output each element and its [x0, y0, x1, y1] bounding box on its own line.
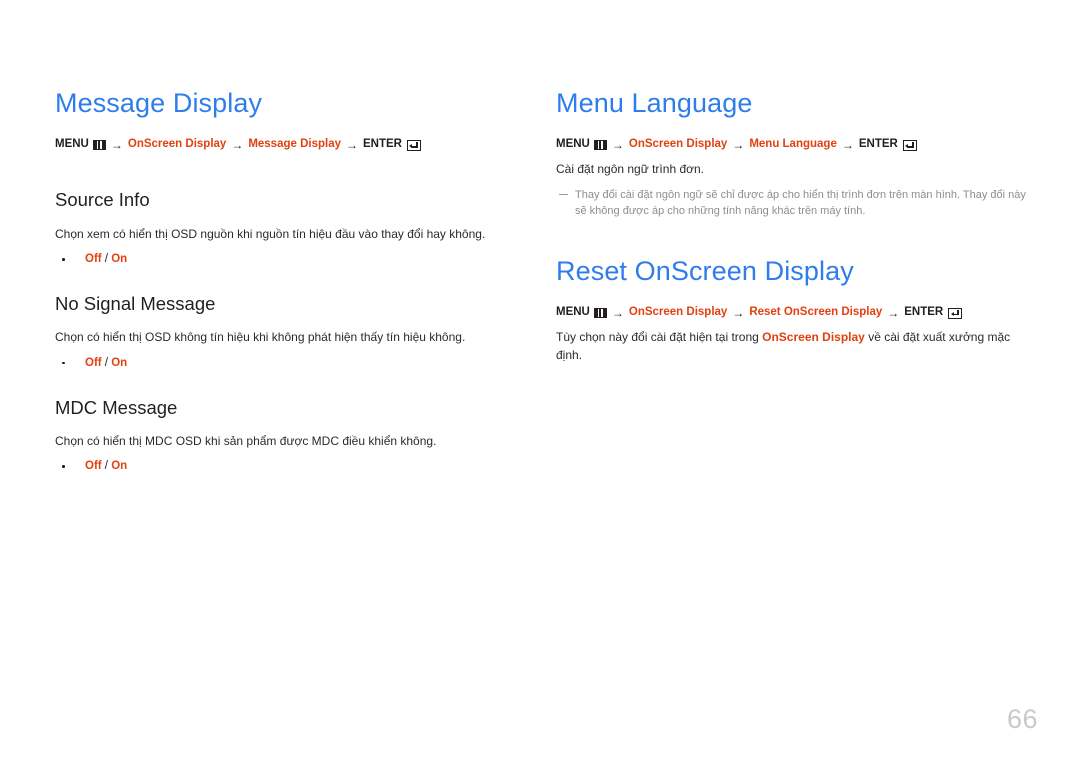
breadcrumb-reset-onscreen-display: MENU → OnScreen Display → Reset OnScreen…: [556, 306, 1026, 320]
breadcrumb-step-message-display: Message Display: [248, 138, 341, 151]
enter-icon: [406, 139, 421, 151]
subsection-description-source-info: Chọn xem có hiển thị OSD nguồn khi nguồn…: [55, 226, 486, 241]
menu-icon: [92, 140, 106, 151]
section-title-message-display: Message Display: [55, 88, 263, 118]
section-title-menu-language: Menu Language: [556, 88, 753, 118]
enter-icon: [948, 307, 963, 319]
option-separator: /: [101, 253, 112, 266]
breadcrumb-arrow: →: [231, 138, 244, 153]
option-off: Off: [85, 460, 102, 473]
option-on: On: [111, 356, 128, 369]
subsection-description-no-signal-message: Chọn có hiển thị OSD không tín hiệu khi …: [55, 330, 466, 345]
breadcrumb-arrow: →: [611, 138, 624, 153]
breadcrumb-menu-label: MENU: [55, 138, 89, 151]
breadcrumb-arrow: →: [732, 305, 745, 320]
breadcrumb-menu-label: MENU: [556, 138, 590, 151]
breadcrumb-step-onscreen-display: OnScreen Display: [127, 138, 227, 151]
option-list-mdc-message: Off / On: [55, 458, 525, 474]
breadcrumb-message-display: MENU → OnScreen Display → Message Displa…: [55, 138, 525, 152]
menu-icon: [593, 308, 607, 319]
option-on: On: [111, 460, 128, 473]
breadcrumb-arrow: →: [732, 138, 745, 153]
subsection-title-source-info: Source Info: [55, 189, 150, 211]
breadcrumb-menu-language: MENU → OnScreen Display → Menu Language …: [556, 138, 1026, 152]
section-title-reset-onscreen-display: Reset OnScreen Display: [556, 255, 854, 286]
option-on: On: [111, 253, 128, 266]
menu-icon: [593, 140, 607, 151]
description-text-before: Tùy chọn này đổi cài đặt hiện tại trong: [556, 330, 763, 345]
breadcrumb-arrow: →: [346, 138, 358, 153]
breadcrumb-arrow: →: [110, 138, 123, 153]
manual-page: Message Display MENU → OnScreen Display …: [0, 0, 1080, 763]
option-list-source-info: Off / On: [55, 251, 525, 267]
option-off: Off: [85, 356, 102, 369]
page-number: 66: [1006, 704, 1038, 734]
subsection-title-mdc-message: MDC Message: [55, 396, 178, 418]
breadcrumb-menu-label: MENU: [556, 306, 590, 319]
breadcrumb-enter-label: ENTER: [363, 138, 402, 151]
option-off: Off: [85, 253, 102, 266]
breadcrumb-step-onscreen-display: OnScreen Display: [628, 138, 728, 151]
left-column: Message Display MENU → OnScreen Display …: [55, 88, 525, 500]
menu-language-description: Cài đặt ngôn ngữ trình đơn.: [556, 162, 704, 177]
option-separator: /: [101, 460, 112, 473]
breadcrumb-arrow: →: [611, 305, 624, 320]
subsection-description-mdc-message: Chọn có hiển thị MDC OSD khi sản phẩm đư…: [55, 433, 437, 448]
breadcrumb-enter-label: ENTER: [858, 138, 898, 151]
enter-icon: [902, 139, 917, 151]
breadcrumb-arrow: →: [841, 138, 854, 153]
breadcrumb-step-onscreen-display: OnScreen Display: [628, 306, 728, 319]
breadcrumb-enter-label: ENTER: [904, 306, 944, 319]
reset-onscreen-display-description: Tùy chọn này đổi cài đặt hiện tại trong …: [556, 329, 1026, 364]
menu-language-note: Thay đổi cài đặt ngôn ngữ sẽ chỉ được áp…: [559, 187, 1026, 220]
list-item: Off / On: [55, 458, 525, 474]
right-column: Menu Language MENU → OnScreen Display → …: [556, 88, 1026, 372]
breadcrumb-arrow: →: [887, 305, 900, 320]
list-item: Off / On: [55, 251, 525, 267]
option-separator: /: [101, 356, 112, 369]
breadcrumb-step-menu-language: Menu Language: [749, 138, 837, 151]
subsection-title-no-signal-message: No Signal Message: [55, 293, 216, 315]
description-keyword-onscreen-display: OnScreen Display: [762, 330, 865, 345]
breadcrumb-step-reset-onscreen-display: Reset OnScreen Display: [749, 306, 883, 319]
option-list-no-signal-message: Off / On: [55, 355, 525, 371]
list-item: Off / On: [55, 355, 525, 371]
